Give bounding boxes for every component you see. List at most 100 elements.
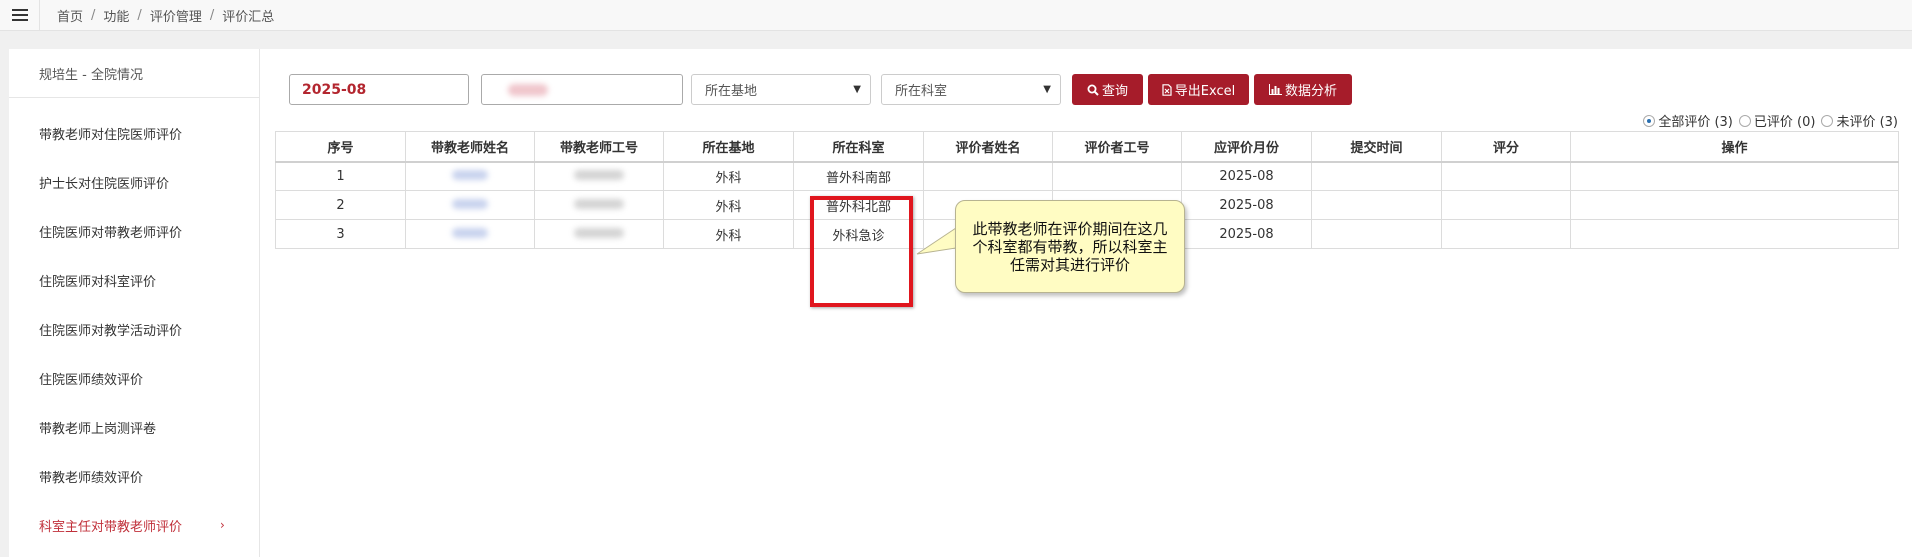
evaluator-id-cell — [1052, 161, 1182, 191]
sidebar: 规培生 - 全院情况 带教老师对住院医师评价 护士长对住院医师评价 住院医师对带… — [9, 49, 260, 557]
radio-icon — [1738, 114, 1751, 127]
sidebar-item-label: 住院医师对教学活动评价 — [39, 323, 183, 339]
actions-cell — [1570, 190, 1899, 220]
redacted-text — [574, 198, 624, 209]
department-highlight-box — [810, 196, 913, 307]
score-cell — [1441, 161, 1571, 191]
breadcrumb-home[interactable]: 首页 — [57, 6, 83, 25]
filter-all-label: 全部评价 (3) — [1658, 115, 1733, 130]
data-analysis-button[interactable]: 数据分析 — [1254, 74, 1352, 105]
column-header: 所在基地 — [663, 131, 794, 163]
filter-all-radio[interactable]: 全部评价 (3) — [1643, 111, 1733, 130]
sidebar-item-resident-to-teacher[interactable]: 住院医师对带教老师评价 — [9, 216, 259, 246]
submit-time-cell — [1311, 161, 1442, 191]
chevron-down-icon: ▼ — [853, 84, 861, 95]
column-header: 所在科室 — [793, 131, 924, 163]
sidebar-item-label: 科室主任对带教老师评价 — [39, 519, 183, 535]
department-cell: 普外科南部 — [793, 161, 924, 191]
annotation-callout: 此带教老师在评价期间在这几个科室都有带教，所以科室主任需对其进行评价 — [955, 200, 1185, 293]
redacted-text — [452, 169, 488, 180]
sidebar-item-label: 住院医师对科室评价 — [39, 274, 157, 290]
redacted-text — [508, 83, 548, 96]
row-number: 3 — [275, 219, 406, 249]
breadcrumb-evaluation-summary: 评价汇总 — [222, 9, 275, 25]
export-excel-button[interactable]: 导出Excel — [1148, 74, 1249, 105]
sidebar-item-teacher-to-resident[interactable]: 带教老师对住院医师评价 — [9, 118, 259, 148]
column-header: 应评价月份 — [1181, 131, 1312, 163]
score-cell — [1441, 190, 1571, 220]
month-cell: 2025-08 — [1181, 219, 1312, 249]
breadcrumb-separator: / — [209, 7, 215, 23]
submit-time-cell — [1311, 219, 1442, 249]
teacher-id-cell — [534, 161, 664, 191]
column-header: 带教老师工号 — [534, 131, 664, 163]
sidebar-item-teacher-onboarding-test[interactable]: 带教老师上岗测评卷 — [9, 412, 259, 442]
redacted-text — [452, 198, 488, 209]
sidebar-item-label: 护士长对住院医师评价 — [39, 176, 170, 192]
main-panel: 规培生 - 全院情况 带教老师对住院医师评价 护士长对住院医师评价 住院医师对带… — [9, 49, 1912, 557]
sidebar-item-resident-performance[interactable]: 住院医师绩效评价 — [9, 363, 259, 393]
breadcrumb-evaluation-management[interactable]: 评价管理 — [150, 6, 202, 25]
filter-todo-label: 未评价 (3) — [1836, 115, 1898, 130]
column-header: 序号 — [275, 131, 406, 163]
sidebar-item-teacher-performance[interactable]: 带教老师绩效评价 — [9, 461, 259, 491]
breadcrumb-function[interactable]: 功能 — [103, 6, 129, 25]
sidebar-item-label: 住院医师对带教老师评价 — [39, 225, 183, 241]
sidebar-item-resident-to-teaching-activity[interactable]: 住院医师对教学活动评价 — [9, 314, 259, 344]
breadcrumb: 首页 / 功能 / 评价管理 / 评价汇总 — [40, 6, 274, 25]
redacted-text — [574, 227, 624, 238]
filter-todo-radio[interactable]: 未评价 (3) — [1821, 111, 1898, 130]
teacher-name-cell — [405, 161, 535, 191]
redacted-text — [452, 227, 488, 238]
top-bar: 首页 / 功能 / 评价管理 / 评价汇总 — [0, 0, 1912, 31]
column-header: 评价者姓名 — [923, 131, 1053, 163]
month-input[interactable]: 2025-08 — [289, 74, 469, 105]
evaluator-name-cell — [923, 161, 1053, 191]
chevron-down-icon: ▼ — [1043, 84, 1051, 95]
hamburger-menu-icon[interactable] — [0, 0, 40, 31]
chevron-right-icon: › — [220, 518, 225, 532]
actions-cell — [1570, 161, 1899, 191]
query-button[interactable]: 查询 — [1072, 74, 1143, 105]
table-header-row: 序号 带教老师姓名 带教老师工号 所在基地 所在科室 评价者姓名 评价者工号 应… — [275, 131, 1899, 163]
bar-chart-icon — [1268, 84, 1282, 95]
base-select[interactable]: 所在基地 ▼ — [691, 74, 871, 105]
sidebar-item-resident-to-department[interactable]: 住院医师对科室评价 — [9, 265, 259, 295]
base-cell: 外科 — [663, 161, 794, 191]
query-button-label: 查询 — [1101, 84, 1128, 99]
column-header: 评价者工号 — [1052, 131, 1182, 163]
callout-pointer — [916, 227, 957, 255]
sidebar-item-director-to-teacher[interactable]: 科室主任对带教老师评价 › — [9, 510, 259, 540]
breadcrumb-separator: / — [91, 7, 96, 23]
teacher-name-cell — [405, 219, 535, 249]
base-select-value: 所在基地 — [705, 84, 758, 99]
department-select[interactable]: 所在科室 ▼ — [881, 74, 1061, 105]
base-cell: 外科 — [663, 190, 794, 220]
filter-done-label: 已评价 (0) — [1753, 115, 1816, 130]
row-number: 2 — [275, 190, 406, 220]
actions-cell — [1570, 219, 1899, 249]
filter-done-radio[interactable]: 已评价 (0) — [1738, 111, 1816, 130]
content-area: 2025-08 所在基地 ▼ 所在科室 ▼ 查询 导出Excel 数据分析 全部… — [260, 49, 1912, 557]
department-select-value: 所在科室 — [895, 84, 948, 99]
sidebar-item-label: 住院医师绩效评价 — [39, 372, 144, 388]
radio-selected-icon — [1643, 114, 1656, 127]
sidebar-item-label: 带教老师上岗测评卷 — [39, 421, 157, 437]
row-number: 1 — [275, 161, 406, 191]
radio-icon — [1821, 114, 1834, 127]
data-analysis-button-label: 数据分析 — [1284, 84, 1337, 99]
evaluation-status-filter: 全部评价 (3) 已评价 (0) 未评价 (3) — [1637, 111, 1898, 130]
teacher-name-cell — [405, 190, 535, 220]
breadcrumb-separator: / — [137, 7, 142, 23]
column-header: 操作 — [1570, 131, 1899, 163]
sidebar-header: 规培生 - 全院情况 — [9, 49, 259, 98]
sidebar-item-headnurse-to-resident[interactable]: 护士长对住院医师评价 — [9, 167, 259, 197]
sidebar-item-label: 带教老师绩效评价 — [39, 470, 144, 486]
column-header: 提交时间 — [1311, 131, 1442, 163]
column-header: 带教老师姓名 — [405, 131, 535, 163]
redacted-text — [574, 169, 624, 180]
sidebar-item-label: 带教老师对住院医师评价 — [39, 127, 183, 143]
teacher-id-cell — [534, 219, 664, 249]
name-input[interactable] — [481, 74, 683, 105]
month-cell: 2025-08 — [1181, 161, 1312, 191]
